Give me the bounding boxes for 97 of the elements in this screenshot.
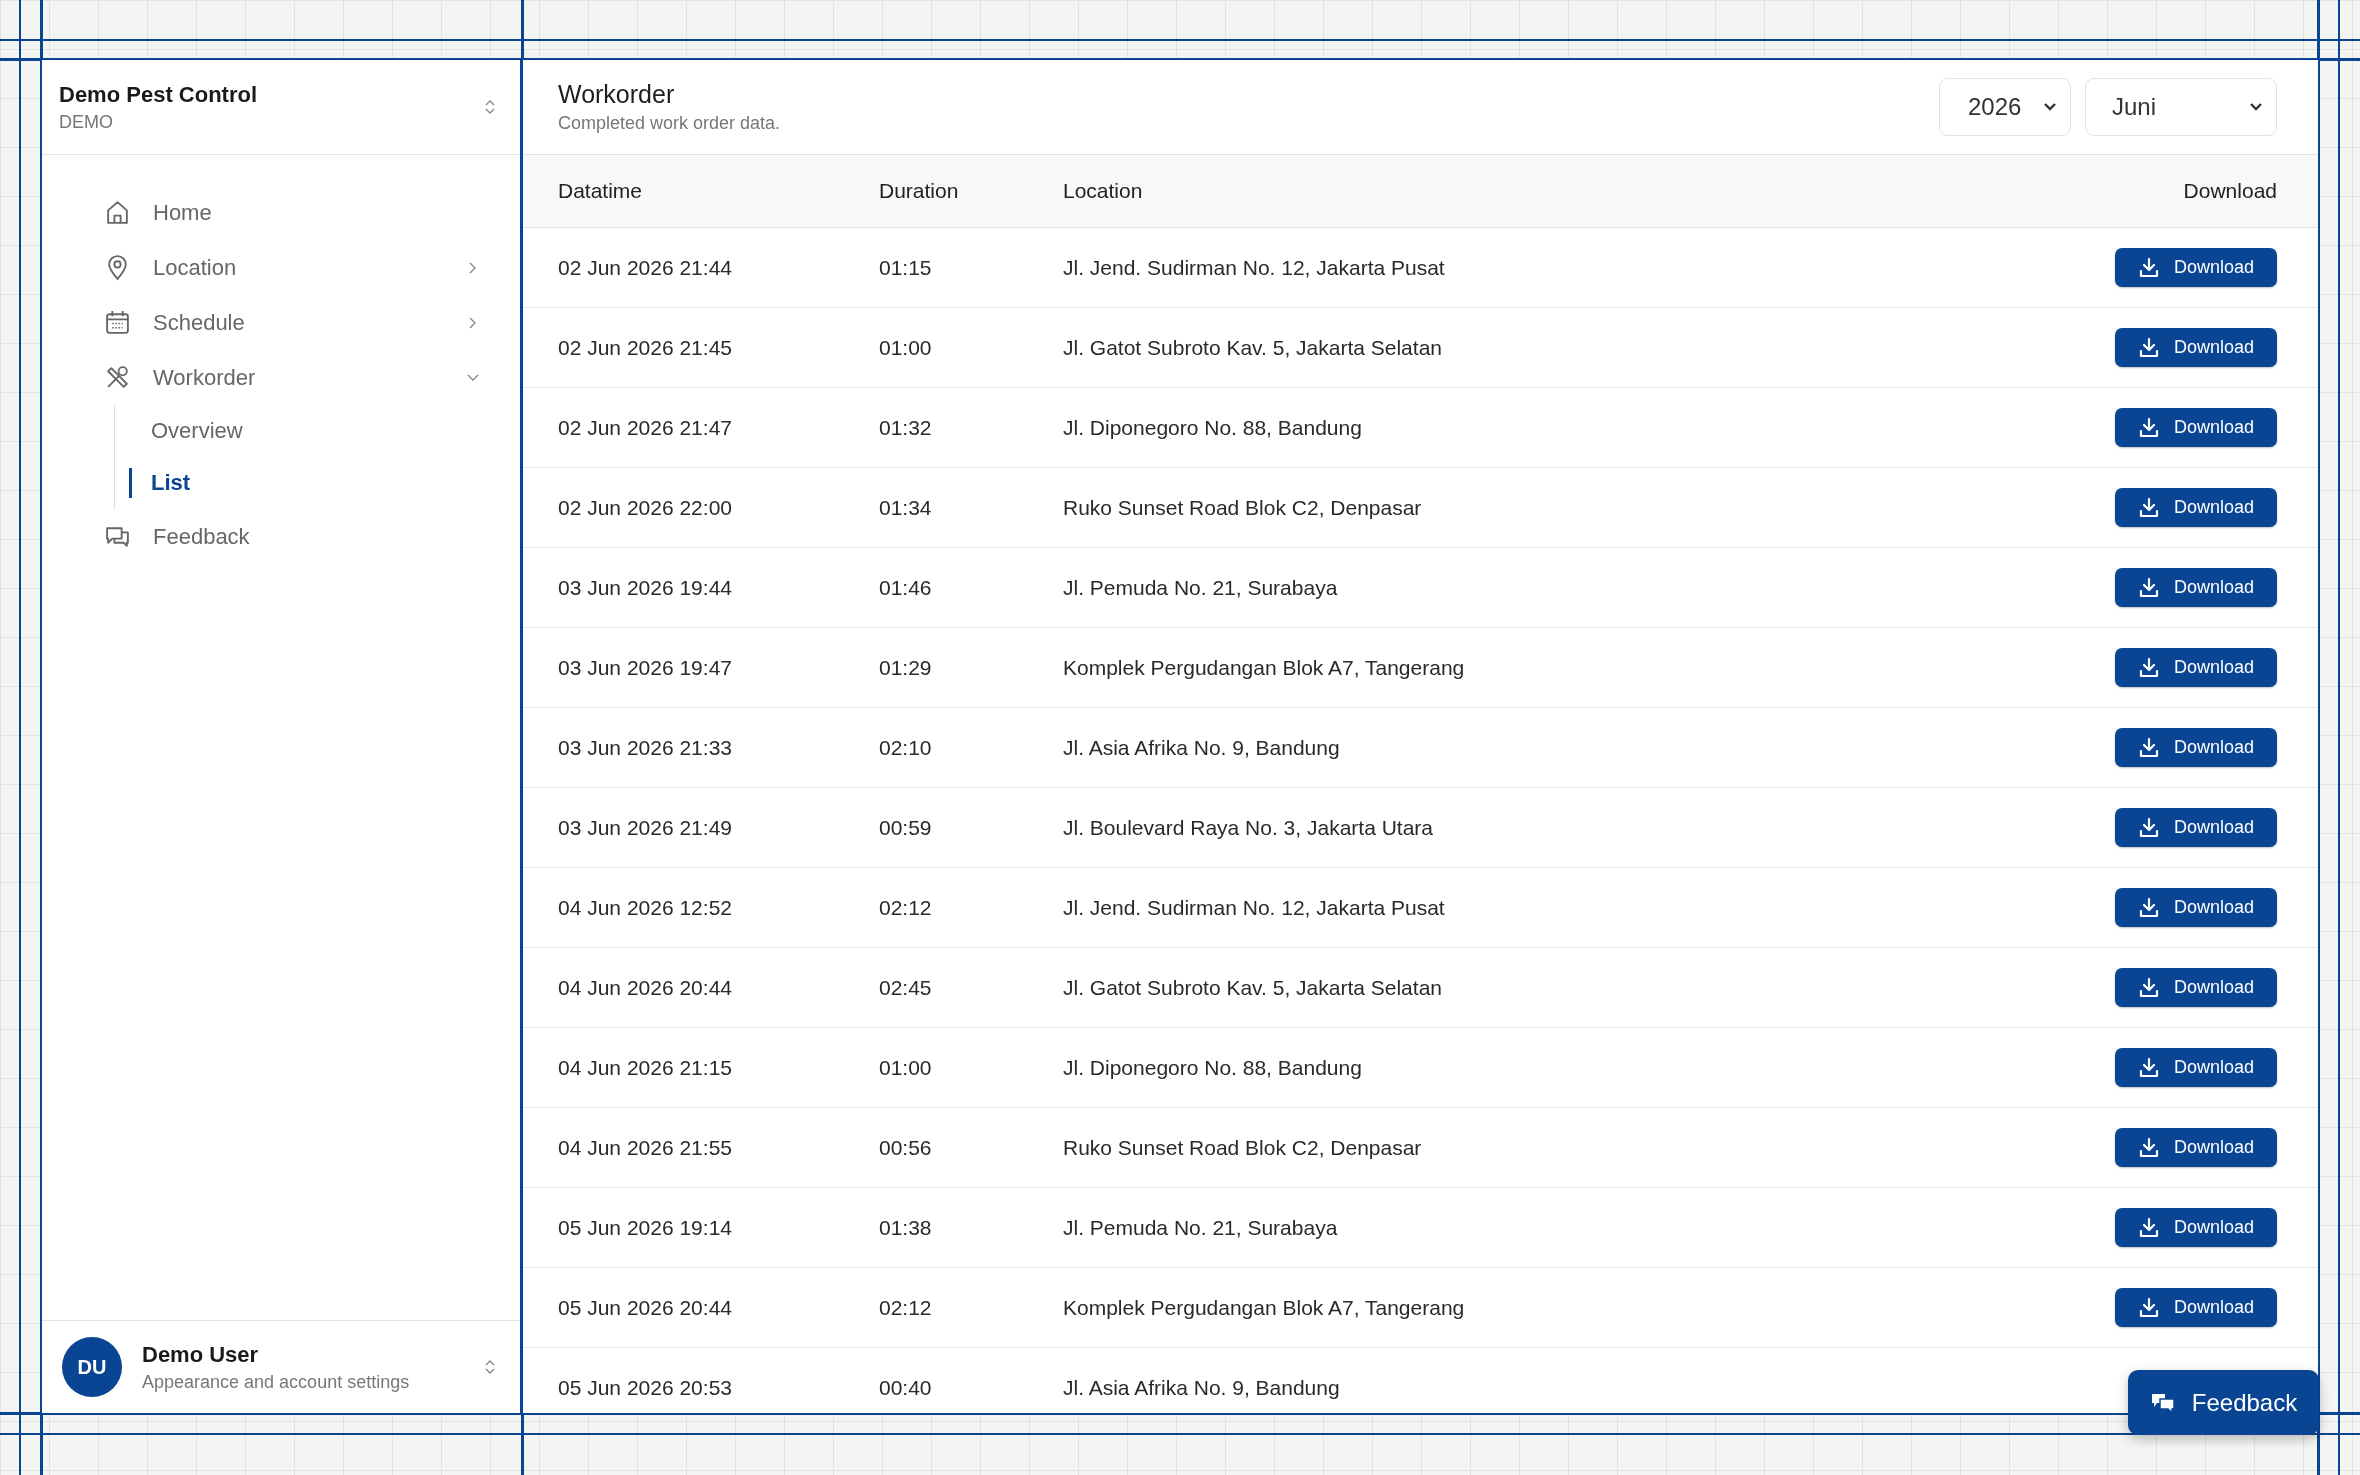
table-cell-text: 05 Jun 2026 20:44 [558, 1295, 733, 1320]
column-header: Duration [879, 179, 960, 203]
table-cell-text: 02:12 [879, 1295, 933, 1320]
table-cell-text: 02:10 [879, 735, 933, 760]
table-cell-text: Jl. Gatot Subroto Kav. 5, Jakarta Selatan [1063, 975, 1443, 1000]
table-cell-text: 00:56 [879, 1135, 933, 1160]
sidebar-item[interactable]: Workorder [153, 364, 466, 391]
table-cell-text: Ruko Sunset Road Blok C2, Denpasar [1063, 1135, 1423, 1160]
org-name: Demo Pest Control [59, 81, 258, 108]
page-subtitle: Completed work order data. [558, 113, 782, 134]
download-icon [2137, 1296, 2160, 1319]
table-cell-text: 04 Jun 2026 21:55 [558, 1135, 733, 1160]
download-icon [2137, 256, 2160, 279]
download-button[interactable]: Download [2115, 328, 2277, 367]
table-cell-text: 01:29 [879, 655, 933, 680]
table-cell-text: 01:46 [879, 575, 933, 600]
download-icon [2137, 1216, 2160, 1239]
download-button[interactable]: Download [2115, 968, 2277, 1007]
download-icon [2137, 1056, 2160, 1079]
table-cell-text: 02 Jun 2026 22:00 [558, 495, 733, 520]
download-icon [2137, 336, 2160, 359]
download-button[interactable]: Download [2115, 1208, 2277, 1247]
table-cell-text: 01:38 [879, 1215, 933, 1240]
feedback-button[interactable]: Feedback [2128, 1370, 2319, 1435]
sidebar-item[interactable]: Location [153, 254, 466, 281]
tools-icon [104, 364, 131, 391]
sidebar-subitem[interactable]: List [129, 468, 191, 498]
table-cell-text: 04 Jun 2026 20:44 [558, 975, 733, 1000]
download-button[interactable]: Download [2115, 728, 2277, 767]
table-cell-text: Jl. Asia Afrika No. 9, Bandung [1063, 735, 1341, 760]
table-cell-text: 04 Jun 2026 12:52 [558, 895, 733, 920]
column-header: Datatime [558, 179, 644, 203]
download-icon [2137, 816, 2160, 839]
table-cell-text: 01:00 [879, 1055, 933, 1080]
org-code: DEMO [59, 111, 114, 133]
user-subtitle: Appearance and account settings [142, 1371, 411, 1393]
table-cell-text: 00:59 [879, 815, 933, 840]
calendar-icon [104, 309, 131, 336]
table-cell-text: 01:32 [879, 415, 933, 440]
sidebar-item[interactable]: Home [153, 199, 480, 226]
table-cell-text: Jl. Gatot Subroto Kav. 5, Jakarta Selatan [1063, 335, 1443, 360]
table-cell-text: Komplek Pergudangan Blok A7, Tangerang [1063, 1295, 1466, 1320]
table-cell-text: 04 Jun 2026 21:15 [558, 1055, 733, 1080]
download-icon [2137, 496, 2160, 519]
table-cell-text: 02 Jun 2026 21:47 [558, 415, 733, 440]
sidebar-item[interactable]: Schedule [153, 309, 466, 336]
table-cell-text: 03 Jun 2026 21:33 [558, 735, 733, 760]
download-button[interactable]: Download [2115, 568, 2277, 607]
column-header: Location [1063, 179, 1144, 203]
download-icon [2137, 736, 2160, 759]
table-cell-text: Jl. Boulevard Raya No. 3, Jakarta Utara [1063, 815, 1434, 840]
table-cell-text: 02:45 [879, 975, 933, 1000]
table-cell-text: Jl. Pemuda No. 21, Surabaya [1063, 575, 1339, 600]
download-icon [2137, 896, 2160, 919]
page-title: Workorder [558, 80, 676, 109]
table-cell-text: Komplek Pergudangan Blok A7, Tangerang [1063, 655, 1466, 680]
download-button[interactable]: Download [2115, 888, 2277, 927]
download-button[interactable]: Download [2115, 488, 2277, 527]
download-icon [2137, 656, 2160, 679]
dropdown[interactable]: 2026 [1939, 78, 2071, 136]
download-button[interactable]: Download [2115, 1288, 2277, 1327]
table-cell-text: 00:40 [879, 1375, 933, 1400]
table-cell-text: 01:00 [879, 335, 933, 360]
column-header: Download [2183, 179, 2277, 203]
dropdown[interactable]: Juni [2085, 78, 2277, 136]
table-cell-text: Jl. Jend. Sudirman No. 12, Jakarta Pusat [1063, 895, 1446, 920]
home-icon [104, 199, 131, 226]
table-cell-text: 02 Jun 2026 21:45 [558, 335, 733, 360]
table-cell-text: Jl. Diponegoro No. 88, Bandung [1063, 415, 1363, 440]
table-cell-text: Jl. Jend. Sudirman No. 12, Jakarta Pusat [1063, 255, 1446, 280]
download-button[interactable]: Download [2115, 408, 2277, 447]
table-cell-text: 01:15 [879, 255, 933, 280]
download-icon [2137, 416, 2160, 439]
download-button[interactable]: Download [2115, 1048, 2277, 1087]
table-cell-text: 01:34 [879, 495, 933, 520]
download-button[interactable]: Download [2115, 248, 2277, 287]
table-cell-text: Jl. Asia Afrika No. 9, Bandung [1063, 1375, 1341, 1400]
download-button[interactable]: Download [2115, 808, 2277, 847]
user-avatar[interactable]: DU [62, 1337, 122, 1397]
sidebar-item[interactable]: Feedback [153, 523, 480, 550]
table-cell-text: 05 Jun 2026 20:53 [558, 1375, 733, 1400]
table-cell-text: 03 Jun 2026 19:47 [558, 655, 733, 680]
user-name: Demo User [142, 1341, 260, 1368]
table-cell-text: 02:12 [879, 895, 933, 920]
download-icon [2137, 1136, 2160, 1159]
table-cell-text: 02 Jun 2026 21:44 [558, 255, 733, 280]
download-icon [2137, 576, 2160, 599]
table-cell-text: 03 Jun 2026 21:49 [558, 815, 733, 840]
table-cell-text: Jl. Pemuda No. 21, Surabaya [1063, 1215, 1339, 1240]
download-icon [2137, 976, 2160, 999]
table-cell-text: 03 Jun 2026 19:44 [558, 575, 733, 600]
sidebar-subitem[interactable]: Overview [129, 405, 243, 457]
download-button[interactable]: Download [2115, 648, 2277, 687]
table-cell-text: 05 Jun 2026 19:14 [558, 1215, 733, 1240]
table-cell-text: Jl. Diponegoro No. 88, Bandung [1063, 1055, 1363, 1080]
download-button[interactable]: Download [2115, 1128, 2277, 1167]
table-cell-text: Ruko Sunset Road Blok C2, Denpasar [1063, 495, 1423, 520]
